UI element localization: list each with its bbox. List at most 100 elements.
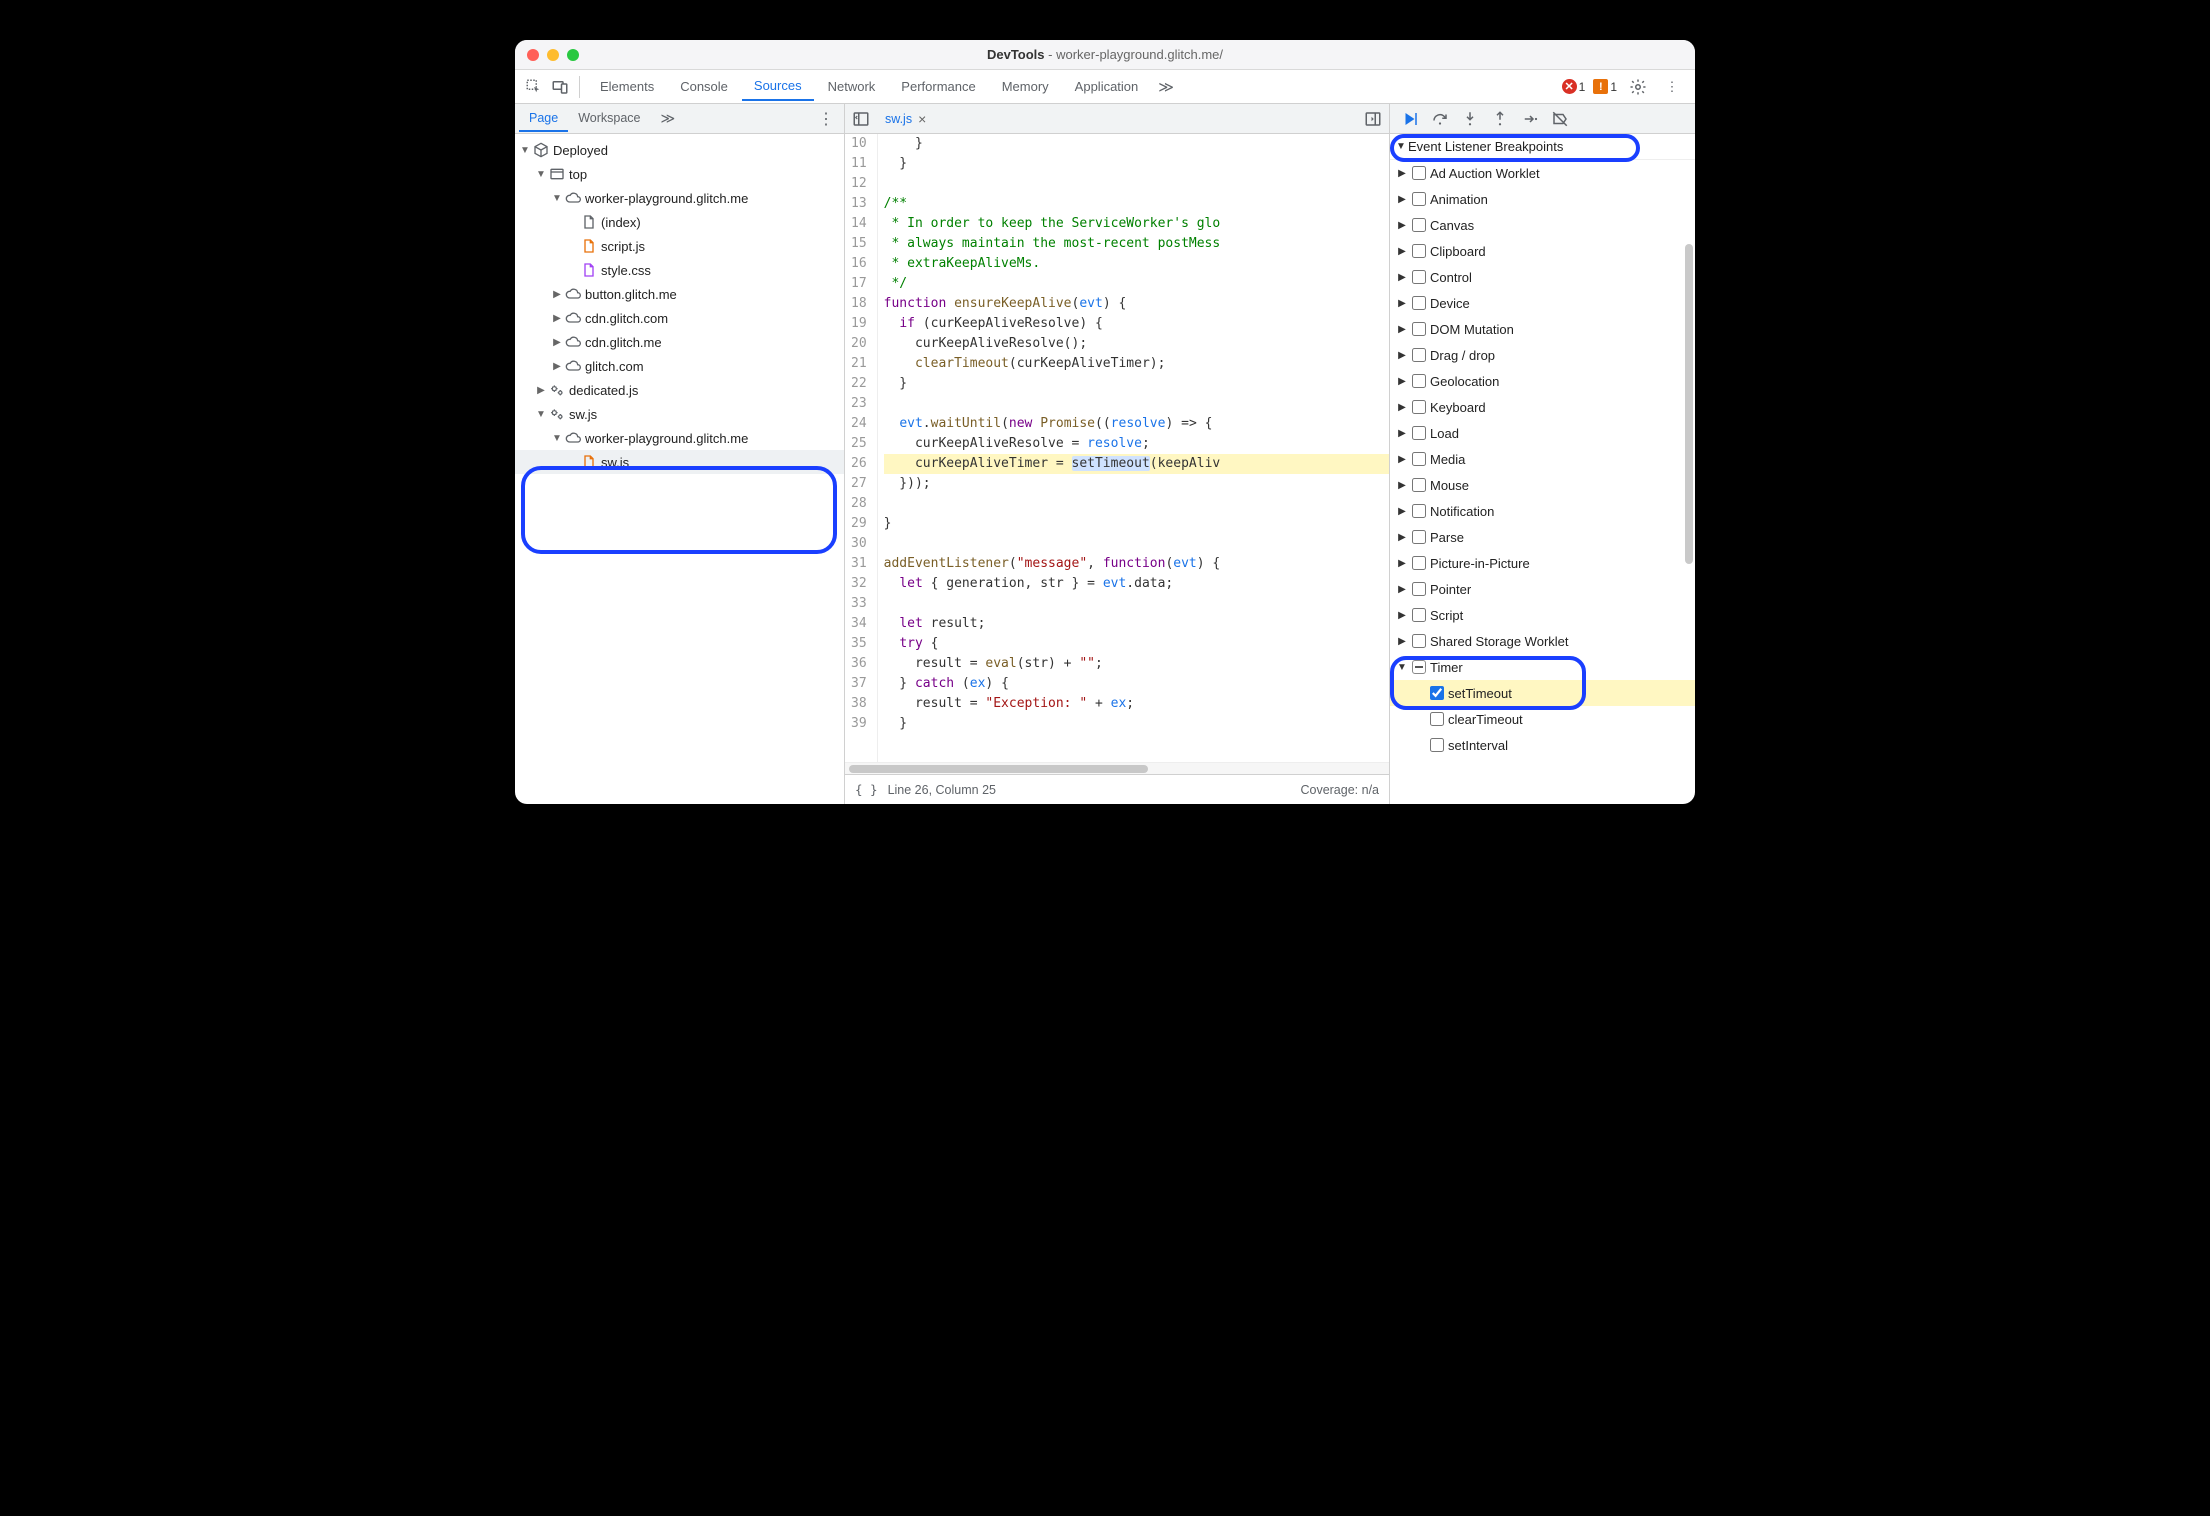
category-checkbox[interactable]	[1412, 374, 1426, 388]
tab-elements[interactable]: Elements	[588, 73, 666, 100]
breakpoint-category[interactable]: ▶Shared Storage Worklet	[1390, 628, 1695, 654]
code-area[interactable]: } }/** * In order to keep the ServiceWor…	[878, 134, 1389, 762]
kebab-menu-icon[interactable]: ⋮	[1659, 74, 1685, 100]
event-listener-breakpoints-header[interactable]: ▼ Event Listener Breakpoints	[1390, 134, 1695, 160]
breakpoint-category[interactable]: ▶DOM Mutation	[1390, 316, 1695, 342]
step-icon[interactable]	[1520, 109, 1540, 129]
category-checkbox[interactable]	[1412, 218, 1426, 232]
breakpoint-item[interactable]: setTimeout	[1390, 680, 1695, 706]
category-checkbox[interactable]	[1412, 582, 1426, 596]
tab-sources[interactable]: Sources	[742, 72, 814, 101]
resume-icon[interactable]	[1400, 109, 1420, 129]
more-subtabs-button[interactable]: ≫	[653, 110, 684, 127]
category-checkbox[interactable]	[1412, 530, 1426, 544]
tree-file[interactable]: script.js	[515, 234, 844, 258]
toggle-debugger-icon[interactable]	[1361, 107, 1385, 131]
tree-file[interactable]: style.css	[515, 258, 844, 282]
inspect-element-icon[interactable]	[521, 74, 547, 100]
breakpoint-category[interactable]: ▶Control	[1390, 264, 1695, 290]
breakpoint-category[interactable]: ▶Keyboard	[1390, 394, 1695, 420]
tree-worker[interactable]: ▶dedicated.js	[515, 378, 844, 402]
more-tabs-button[interactable]: ≫	[1150, 78, 1182, 96]
error-count[interactable]: ✕ 1	[1562, 79, 1586, 94]
tree-top[interactable]: ▼top	[515, 162, 844, 186]
tree-origin[interactable]: ▶cdn.glitch.me	[515, 330, 844, 354]
step-out-icon[interactable]	[1490, 109, 1510, 129]
category-checkbox[interactable]	[1412, 192, 1426, 206]
breakpoint-category[interactable]: ▶Canvas	[1390, 212, 1695, 238]
breakpoint-item[interactable]: setInterval	[1390, 732, 1695, 758]
category-checkbox[interactable]	[1412, 426, 1426, 440]
breakpoint-category[interactable]: ▶Parse	[1390, 524, 1695, 550]
category-checkbox[interactable]	[1412, 244, 1426, 258]
breakpoint-category[interactable]: ▶Mouse	[1390, 472, 1695, 498]
panel-v-scrollbar[interactable]	[1683, 104, 1695, 804]
category-checkbox[interactable]	[1412, 348, 1426, 362]
window-title: DevTools - worker-playground.glitch.me/	[515, 47, 1695, 62]
subtab-page[interactable]: Page	[519, 106, 568, 132]
code-editor[interactable]: 1011121314151617181920212223242526272829…	[845, 134, 1389, 762]
tab-application[interactable]: Application	[1063, 73, 1151, 100]
breakpoint-category[interactable]: ▶Picture-in-Picture	[1390, 550, 1695, 576]
breakpoint-checkbox[interactable]	[1430, 712, 1444, 726]
tab-network[interactable]: Network	[816, 73, 888, 100]
tree-item-icon	[581, 454, 597, 470]
category-checkbox[interactable]	[1412, 660, 1426, 674]
tree-service-worker[interactable]: ▼sw.js	[515, 402, 844, 426]
category-checkbox[interactable]	[1412, 400, 1426, 414]
tree-root[interactable]: ▼Deployed	[515, 138, 844, 162]
tree-origin[interactable]: ▶button.glitch.me	[515, 282, 844, 306]
breakpoint-category[interactable]: ▶Geolocation	[1390, 368, 1695, 394]
scrollbar-thumb[interactable]	[1685, 244, 1693, 564]
breakpoint-category[interactable]: ▶Media	[1390, 446, 1695, 472]
breakpoint-category[interactable]: ▶Drag / drop	[1390, 342, 1695, 368]
category-checkbox[interactable]	[1412, 270, 1426, 284]
tab-performance[interactable]: Performance	[889, 73, 987, 100]
toggle-navigator-icon[interactable]	[849, 107, 873, 131]
close-tab-icon[interactable]: ×	[918, 111, 926, 127]
warning-count[interactable]: ! 1	[1593, 79, 1617, 94]
tree-origin[interactable]: ▶glitch.com	[515, 354, 844, 378]
category-checkbox[interactable]	[1412, 166, 1426, 180]
category-checkbox[interactable]	[1412, 634, 1426, 648]
tree-file[interactable]: sw.js	[515, 450, 844, 474]
category-checkbox[interactable]	[1412, 322, 1426, 336]
editor-h-scrollbar[interactable]	[845, 762, 1389, 774]
deactivate-breakpoints-icon[interactable]	[1550, 109, 1570, 129]
device-toolbar-icon[interactable]	[547, 74, 573, 100]
breakpoint-category[interactable]: ▶Ad Auction Worklet	[1390, 160, 1695, 186]
tab-memory[interactable]: Memory	[990, 73, 1061, 100]
settings-icon[interactable]	[1625, 74, 1651, 100]
breakpoint-category[interactable]: ▶Notification	[1390, 498, 1695, 524]
tab-console[interactable]: Console	[668, 73, 740, 100]
step-into-icon[interactable]	[1460, 109, 1480, 129]
breakpoint-category[interactable]: ▶Script	[1390, 602, 1695, 628]
breakpoint-category[interactable]: ▶Pointer	[1390, 576, 1695, 602]
category-checkbox[interactable]	[1412, 608, 1426, 622]
breakpoint-item[interactable]: clearTimeout	[1390, 706, 1695, 732]
tree-origin[interactable]: ▶cdn.glitch.com	[515, 306, 844, 330]
tree-origin[interactable]: ▼worker-playground.glitch.me	[515, 426, 844, 450]
subtab-workspace[interactable]: Workspace	[568, 106, 650, 132]
breakpoint-category[interactable]: ▶Animation	[1390, 186, 1695, 212]
tree-file[interactable]: (index)	[515, 210, 844, 234]
category-checkbox[interactable]	[1412, 452, 1426, 466]
tree-item-label: glitch.com	[585, 359, 644, 374]
category-checkbox[interactable]	[1412, 556, 1426, 570]
breakpoint-checkbox[interactable]	[1430, 686, 1444, 700]
breakpoint-category[interactable]: ▶Clipboard	[1390, 238, 1695, 264]
breakpoint-checkbox[interactable]	[1430, 738, 1444, 752]
breakpoint-category-timer[interactable]: ▼Timer	[1390, 654, 1695, 680]
breakpoint-category[interactable]: ▶Load	[1390, 420, 1695, 446]
breakpoint-category[interactable]: ▶Device	[1390, 290, 1695, 316]
tree-origin[interactable]: ▼worker-playground.glitch.me	[515, 186, 844, 210]
category-checkbox[interactable]	[1412, 504, 1426, 518]
editor-file-tab[interactable]: sw.js ×	[879, 104, 932, 133]
category-label: Ad Auction Worklet	[1430, 166, 1540, 181]
category-checkbox[interactable]	[1412, 478, 1426, 492]
navigator-menu-icon[interactable]: ⋮	[812, 109, 840, 129]
pretty-print-icon[interactable]: { }	[855, 782, 878, 797]
category-checkbox[interactable]	[1412, 296, 1426, 310]
scrollbar-thumb[interactable]	[849, 765, 1148, 773]
step-over-icon[interactable]	[1430, 109, 1450, 129]
